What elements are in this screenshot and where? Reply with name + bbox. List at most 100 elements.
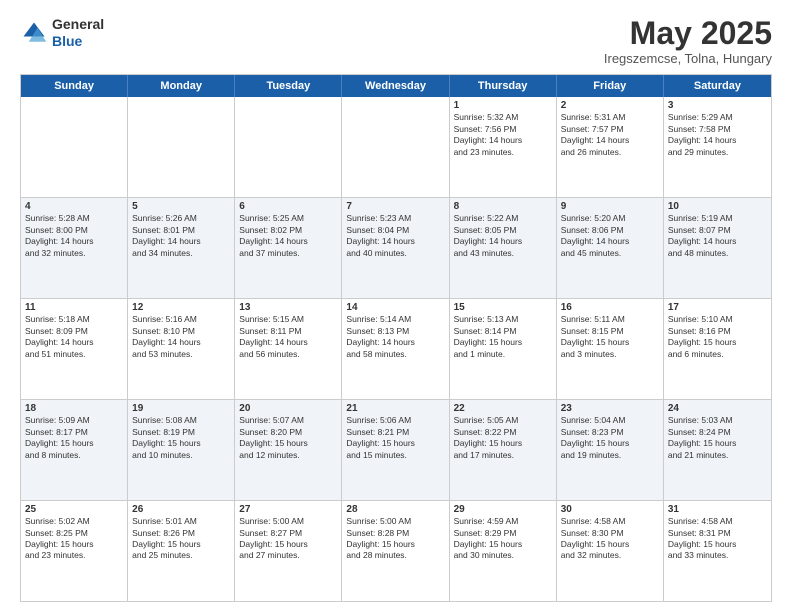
day-cell-4: 4Sunrise: 5:28 AMSunset: 8:00 PMDaylight…: [21, 198, 128, 298]
day-number: 20: [239, 403, 337, 414]
day-number: 10: [668, 201, 767, 212]
header-day-saturday: Saturday: [664, 75, 771, 97]
day-info: Sunrise: 5:02 AMSunset: 8:25 PMDaylight:…: [25, 516, 123, 562]
day-info: Sunrise: 5:07 AMSunset: 8:20 PMDaylight:…: [239, 415, 337, 461]
logo-icon: [20, 19, 48, 47]
day-info: Sunrise: 5:13 AMSunset: 8:14 PMDaylight:…: [454, 314, 552, 360]
location: Iregszemcse, Tolna, Hungary: [604, 51, 772, 66]
day-info: Sunrise: 5:03 AMSunset: 8:24 PMDaylight:…: [668, 415, 767, 461]
day-info: Sunrise: 5:04 AMSunset: 8:23 PMDaylight:…: [561, 415, 659, 461]
day-info: Sunrise: 4:58 AMSunset: 8:31 PMDaylight:…: [668, 516, 767, 562]
day-info: Sunrise: 5:25 AMSunset: 8:02 PMDaylight:…: [239, 213, 337, 259]
day-number: 13: [239, 302, 337, 313]
day-cell-3: 3Sunrise: 5:29 AMSunset: 7:58 PMDaylight…: [664, 97, 771, 197]
day-number: 16: [561, 302, 659, 313]
day-info: Sunrise: 5:32 AMSunset: 7:56 PMDaylight:…: [454, 112, 552, 158]
day-number: 31: [668, 504, 767, 515]
day-number: 4: [25, 201, 123, 212]
day-cell-6: 6Sunrise: 5:25 AMSunset: 8:02 PMDaylight…: [235, 198, 342, 298]
calendar-body: 1Sunrise: 5:32 AMSunset: 7:56 PMDaylight…: [21, 97, 771, 601]
day-cell-31: 31Sunrise: 4:58 AMSunset: 8:31 PMDayligh…: [664, 501, 771, 601]
day-cell-30: 30Sunrise: 4:58 AMSunset: 8:30 PMDayligh…: [557, 501, 664, 601]
day-cell-20: 20Sunrise: 5:07 AMSunset: 8:20 PMDayligh…: [235, 400, 342, 500]
day-info: Sunrise: 5:23 AMSunset: 8:04 PMDaylight:…: [346, 213, 444, 259]
day-number: 18: [25, 403, 123, 414]
week-row-4: 18Sunrise: 5:09 AMSunset: 8:17 PMDayligh…: [21, 399, 771, 500]
day-cell-15: 15Sunrise: 5:13 AMSunset: 8:14 PMDayligh…: [450, 299, 557, 399]
day-info: Sunrise: 5:01 AMSunset: 8:26 PMDaylight:…: [132, 516, 230, 562]
week-row-2: 4Sunrise: 5:28 AMSunset: 8:00 PMDaylight…: [21, 197, 771, 298]
day-cell-1: 1Sunrise: 5:32 AMSunset: 7:56 PMDaylight…: [450, 97, 557, 197]
day-cell-18: 18Sunrise: 5:09 AMSunset: 8:17 PMDayligh…: [21, 400, 128, 500]
day-cell-10: 10Sunrise: 5:19 AMSunset: 8:07 PMDayligh…: [664, 198, 771, 298]
day-number: 25: [25, 504, 123, 515]
month-title: May 2025: [604, 16, 772, 51]
day-cell-19: 19Sunrise: 5:08 AMSunset: 8:19 PMDayligh…: [128, 400, 235, 500]
day-number: 19: [132, 403, 230, 414]
day-cell-23: 23Sunrise: 5:04 AMSunset: 8:23 PMDayligh…: [557, 400, 664, 500]
day-info: Sunrise: 5:28 AMSunset: 8:00 PMDaylight:…: [25, 213, 123, 259]
day-info: Sunrise: 4:58 AMSunset: 8:30 PMDaylight:…: [561, 516, 659, 562]
day-info: Sunrise: 5:08 AMSunset: 8:19 PMDaylight:…: [132, 415, 230, 461]
empty-cell: [342, 97, 449, 197]
day-info: Sunrise: 5:10 AMSunset: 8:16 PMDaylight:…: [668, 314, 767, 360]
day-info: Sunrise: 5:14 AMSunset: 8:13 PMDaylight:…: [346, 314, 444, 360]
day-cell-13: 13Sunrise: 5:15 AMSunset: 8:11 PMDayligh…: [235, 299, 342, 399]
logo-general-text: General: [52, 16, 104, 32]
day-number: 7: [346, 201, 444, 212]
header-day-wednesday: Wednesday: [342, 75, 449, 97]
week-row-1: 1Sunrise: 5:32 AMSunset: 7:56 PMDaylight…: [21, 97, 771, 197]
day-number: 22: [454, 403, 552, 414]
day-number: 24: [668, 403, 767, 414]
empty-cell: [235, 97, 342, 197]
day-number: 12: [132, 302, 230, 313]
day-cell-24: 24Sunrise: 5:03 AMSunset: 8:24 PMDayligh…: [664, 400, 771, 500]
day-number: 28: [346, 504, 444, 515]
day-number: 11: [25, 302, 123, 313]
header-day-friday: Friday: [557, 75, 664, 97]
day-cell-26: 26Sunrise: 5:01 AMSunset: 8:26 PMDayligh…: [128, 501, 235, 601]
empty-cell: [128, 97, 235, 197]
day-info: Sunrise: 5:05 AMSunset: 8:22 PMDaylight:…: [454, 415, 552, 461]
day-number: 14: [346, 302, 444, 313]
day-cell-16: 16Sunrise: 5:11 AMSunset: 8:15 PMDayligh…: [557, 299, 664, 399]
day-cell-2: 2Sunrise: 5:31 AMSunset: 7:57 PMDaylight…: [557, 97, 664, 197]
day-number: 21: [346, 403, 444, 414]
day-number: 26: [132, 504, 230, 515]
day-cell-22: 22Sunrise: 5:05 AMSunset: 8:22 PMDayligh…: [450, 400, 557, 500]
page: General Blue May 2025 Iregszemcse, Tolna…: [0, 0, 792, 612]
day-cell-25: 25Sunrise: 5:02 AMSunset: 8:25 PMDayligh…: [21, 501, 128, 601]
day-number: 5: [132, 201, 230, 212]
day-cell-27: 27Sunrise: 5:00 AMSunset: 8:27 PMDayligh…: [235, 501, 342, 601]
week-row-5: 25Sunrise: 5:02 AMSunset: 8:25 PMDayligh…: [21, 500, 771, 601]
day-cell-5: 5Sunrise: 5:26 AMSunset: 8:01 PMDaylight…: [128, 198, 235, 298]
day-number: 9: [561, 201, 659, 212]
day-info: Sunrise: 5:26 AMSunset: 8:01 PMDaylight:…: [132, 213, 230, 259]
day-number: 6: [239, 201, 337, 212]
day-cell-7: 7Sunrise: 5:23 AMSunset: 8:04 PMDaylight…: [342, 198, 449, 298]
header-day-thursday: Thursday: [450, 75, 557, 97]
header-day-sunday: Sunday: [21, 75, 128, 97]
empty-cell: [21, 97, 128, 197]
day-number: 3: [668, 100, 767, 111]
day-cell-12: 12Sunrise: 5:16 AMSunset: 8:10 PMDayligh…: [128, 299, 235, 399]
day-info: Sunrise: 5:00 AMSunset: 8:27 PMDaylight:…: [239, 516, 337, 562]
day-cell-28: 28Sunrise: 5:00 AMSunset: 8:28 PMDayligh…: [342, 501, 449, 601]
day-number: 15: [454, 302, 552, 313]
day-info: Sunrise: 5:20 AMSunset: 8:06 PMDaylight:…: [561, 213, 659, 259]
logo: General Blue: [20, 16, 104, 50]
day-info: Sunrise: 5:16 AMSunset: 8:10 PMDaylight:…: [132, 314, 230, 360]
day-cell-21: 21Sunrise: 5:06 AMSunset: 8:21 PMDayligh…: [342, 400, 449, 500]
day-number: 8: [454, 201, 552, 212]
day-cell-14: 14Sunrise: 5:14 AMSunset: 8:13 PMDayligh…: [342, 299, 449, 399]
day-cell-9: 9Sunrise: 5:20 AMSunset: 8:06 PMDaylight…: [557, 198, 664, 298]
day-info: Sunrise: 5:22 AMSunset: 8:05 PMDaylight:…: [454, 213, 552, 259]
week-row-3: 11Sunrise: 5:18 AMSunset: 8:09 PMDayligh…: [21, 298, 771, 399]
day-number: 30: [561, 504, 659, 515]
calendar: SundayMondayTuesdayWednesdayThursdayFrid…: [20, 74, 772, 602]
day-info: Sunrise: 5:15 AMSunset: 8:11 PMDaylight:…: [239, 314, 337, 360]
day-info: Sunrise: 5:29 AMSunset: 7:58 PMDaylight:…: [668, 112, 767, 158]
header-day-tuesday: Tuesday: [235, 75, 342, 97]
day-info: Sunrise: 5:09 AMSunset: 8:17 PMDaylight:…: [25, 415, 123, 461]
day-number: 29: [454, 504, 552, 515]
